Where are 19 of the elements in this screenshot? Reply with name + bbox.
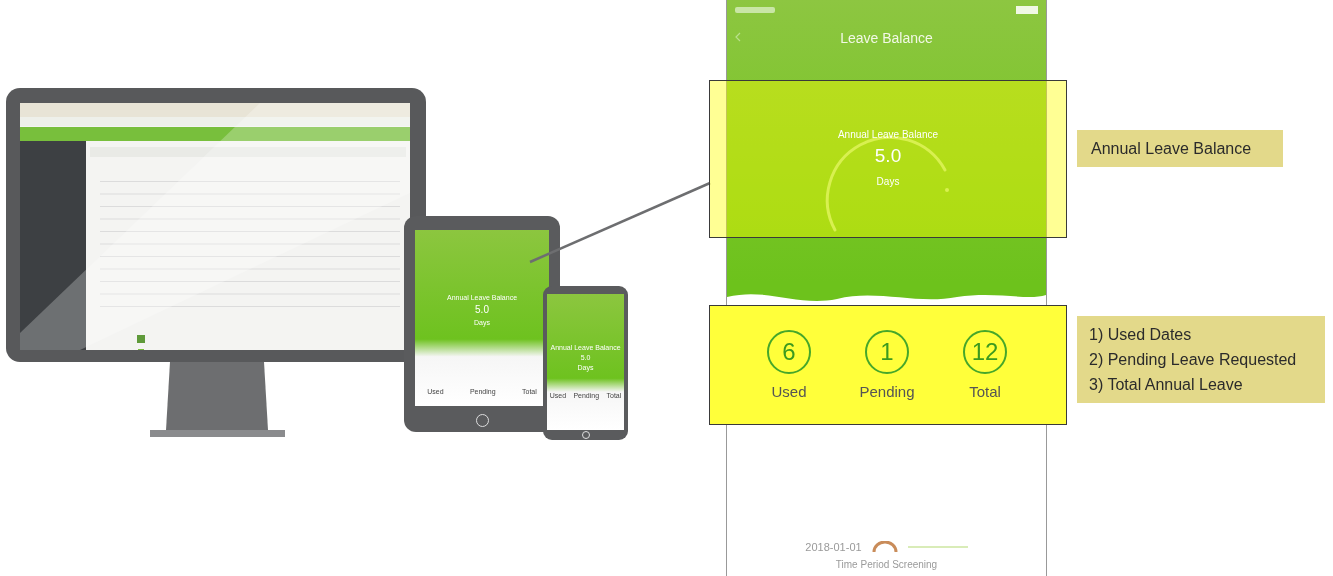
balance-unit: Days xyxy=(876,175,900,188)
stat-label: Total xyxy=(969,383,1001,400)
balance-value: 5.0 xyxy=(874,145,902,168)
battery-icon xyxy=(1016,6,1038,14)
callout-text: 1) Used Dates xyxy=(1089,325,1193,345)
stat-circle: 6 xyxy=(767,330,811,374)
balance-label: Annual Leave Balance xyxy=(837,129,939,141)
signal-icon xyxy=(735,7,775,13)
screen-title: Leave Balance xyxy=(840,30,933,46)
callout-text: Annual Leave Balance xyxy=(1091,139,1253,159)
date-text: 2018-01-01 xyxy=(805,541,862,553)
stat-circle: 12 xyxy=(963,330,1007,374)
stat-circle: 1 xyxy=(865,330,909,374)
callout-text: 3) Total Annual Leave xyxy=(1089,375,1244,395)
balance-value: 5.0 xyxy=(475,304,489,317)
stat-label: Used xyxy=(771,383,807,400)
footer-caption: Time Period Screening xyxy=(835,559,938,570)
stat-label: Pending xyxy=(859,383,915,400)
callout-text: 2) Pending Leave Requested xyxy=(1089,350,1298,370)
